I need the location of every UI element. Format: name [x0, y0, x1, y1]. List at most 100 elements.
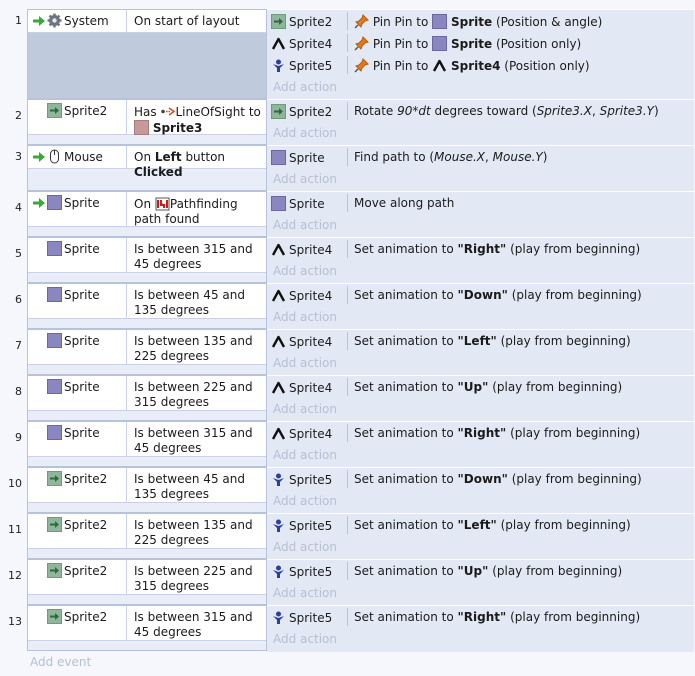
condition-object-label: Sprite2	[64, 104, 108, 118]
action-row[interactable]: Sprite4 Set animation to "Right" (play fr…	[267, 422, 694, 444]
action-object[interactable]: Sprite4	[271, 36, 332, 51]
add-action-link[interactable]: Add action	[273, 586, 337, 600]
condition-block[interactable]: Sprite On Pathfinding path found	[27, 191, 267, 237]
event-row[interactable]: 6 Sprite Is between 45 and 135 degrees Spri…	[0, 283, 695, 330]
condition[interactable]: Sprite On Pathfinding path found	[28, 192, 266, 227]
condition-object[interactable]: Sprite	[28, 422, 127, 456]
event-row[interactable]: 2 Sprite2 Has LineOfSight to Sprite3 Sprite…	[0, 99, 695, 146]
add-action-link[interactable]: Add action	[273, 172, 337, 186]
action-row[interactable]: Sprite4 Set animation to "Left" (play fro…	[267, 330, 694, 352]
condition-block[interactable]: Sprite Is between 315 and 45 degrees	[27, 237, 267, 283]
action-row[interactable]: Sprite5 Set animation to "Right" (play fr…	[267, 606, 694, 628]
add-action-link[interactable]: Add action	[273, 448, 337, 462]
condition-object[interactable]: Sprite	[28, 284, 127, 318]
event-row[interactable]: 1 System On start of layout Sprite2 Pin Pin…	[0, 9, 695, 100]
action-row[interactable]: Sprite5 Set animation to "Down" (play fro…	[267, 468, 694, 490]
condition-object[interactable]: Sprite2	[28, 100, 127, 134]
condition-object[interactable]: Mouse	[28, 146, 127, 168]
condition-object[interactable]: Sprite	[28, 330, 127, 364]
add-action-link[interactable]: Add action	[273, 126, 337, 140]
add-event-link[interactable]: Add event	[30, 655, 91, 669]
condition-object[interactable]: Sprite2	[28, 560, 127, 594]
action-row[interactable]: Sprite2 Pin Pin to Sprite (Position & an…	[267, 10, 694, 32]
add-action-link[interactable]: Add action	[273, 264, 337, 278]
add-action-link[interactable]: Add action	[273, 80, 337, 94]
condition-block[interactable]: Sprite2 Is between 135 and 225 degrees	[27, 513, 267, 559]
condition-block[interactable]: Sprite Is between 225 and 315 degrees	[27, 375, 267, 421]
condition[interactable]: Sprite Is between 135 and 225 degrees	[28, 330, 266, 365]
action-object[interactable]: Sprite5	[271, 564, 332, 579]
add-action-link[interactable]: Add action	[273, 632, 337, 646]
action-object[interactable]: Sprite4	[271, 288, 332, 303]
condition[interactable]: Sprite2 Is between 225 and 315 degrees	[28, 560, 266, 595]
action-row[interactable]: Sprite5 Set animation to "Left" (play fro…	[267, 514, 694, 536]
add-action-link[interactable]: Add action	[273, 356, 337, 370]
condition-block[interactable]: Sprite2 Is between 45 and 135 degrees	[27, 467, 267, 513]
add-action-link[interactable]: Add action	[273, 218, 337, 232]
condition-object[interactable]: Sprite2	[28, 514, 127, 548]
event-row[interactable]: 3 Mouse On Left button Clicked Sprite Find p…	[0, 145, 695, 192]
action-object[interactable]: Sprite	[271, 150, 325, 165]
condition[interactable]: System On start of layout	[28, 10, 266, 33]
add-action-link[interactable]: Add action	[273, 540, 337, 554]
event-row[interactable]: 5 Sprite Is between 315 and 45 degrees Spri…	[0, 237, 695, 284]
condition[interactable]: Sprite2 Is between 315 and 45 degrees	[28, 606, 266, 641]
condition[interactable]: Sprite2 Is between 45 and 135 degrees	[28, 468, 266, 503]
event-row[interactable]: 10 Sprite2 Is between 45 and 135 degrees Sp…	[0, 467, 695, 514]
action-text: Move along path	[354, 196, 454, 210]
action-row[interactable]: Sprite5 Set animation to "Up" (play from …	[267, 560, 694, 582]
event-row[interactable]: 4 Sprite On Pathfinding path found Sprite Mo…	[0, 191, 695, 238]
condition-object[interactable]: Sprite2	[28, 468, 127, 502]
text-segment: Set animation to	[354, 380, 458, 394]
event-row[interactable]: 8 Sprite Is between 225 and 315 degrees Spr…	[0, 375, 695, 422]
condition-object[interactable]: System	[28, 10, 127, 32]
event-row[interactable]: 12 Sprite2 Is between 225 and 315 degrees S…	[0, 559, 695, 606]
condition[interactable]: Sprite Is between 45 and 135 degrees	[28, 284, 266, 319]
condition[interactable]: Sprite Is between 315 and 45 degrees	[28, 238, 266, 273]
condition-object[interactable]: Sprite2	[28, 606, 127, 640]
condition-block[interactable]: Sprite Is between 315 and 45 degrees	[27, 421, 267, 467]
action-object[interactable]: Sprite5	[271, 58, 332, 73]
event-row[interactable]: 9 Sprite Is between 315 and 45 degrees Spri…	[0, 421, 695, 468]
event-row[interactable]: 11 Sprite2 Is between 135 and 225 degrees S…	[0, 513, 695, 560]
condition[interactable]: Sprite Is between 315 and 45 degrees	[28, 422, 266, 457]
action-row[interactable]: Sprite2 Rotate 90*dt degrees toward (Spri…	[267, 100, 694, 122]
event-row[interactable]: 13 Sprite2 Is between 315 and 45 degrees Sp…	[0, 605, 695, 652]
action-row[interactable]: Sprite4 Set animation to "Down" (play fro…	[267, 284, 694, 306]
condition[interactable]: Sprite2 Has LineOfSight to Sprite3	[28, 100, 266, 135]
condition[interactable]: Mouse On Left button Clicked	[28, 146, 266, 179]
condition[interactable]: Sprite Is between 225 and 315 degrees	[28, 376, 266, 411]
condition-object[interactable]: Sprite	[28, 238, 127, 272]
action-row[interactable]: Sprite4 Pin Pin to Sprite (Position only…	[267, 32, 694, 54]
add-action-link[interactable]: Add action	[273, 310, 337, 324]
action-object[interactable]: Sprite4	[271, 242, 332, 257]
action-object[interactable]: Sprite5	[271, 610, 332, 625]
action-row[interactable]: Sprite Move along path	[267, 192, 694, 214]
condition-object[interactable]: Sprite	[28, 376, 127, 410]
action-object[interactable]: Sprite5	[271, 518, 332, 533]
condition-block[interactable]: Sprite Is between 135 and 225 degrees	[27, 329, 267, 375]
condition-block[interactable]: Mouse On Left button Clicked	[27, 145, 267, 191]
condition-block[interactable]: Sprite2 Is between 315 and 45 degrees	[27, 605, 267, 651]
condition[interactable]: Sprite2 Is between 135 and 225 degrees	[28, 514, 266, 549]
condition-block[interactable]: Sprite Is between 45 and 135 degrees	[27, 283, 267, 329]
action-row[interactable]: Sprite4 Set animation to "Up" (play from …	[267, 376, 694, 398]
condition-object[interactable]: Sprite	[28, 192, 127, 226]
action-object[interactable]: Sprite4	[271, 334, 332, 349]
event-row[interactable]: 7 Sprite Is between 135 and 225 degrees Spr…	[0, 329, 695, 376]
action-object[interactable]: Sprite2	[271, 14, 332, 29]
action-block: Sprite5 Set animation to "Down" (play fro…	[267, 467, 694, 514]
add-action-link[interactable]: Add action	[273, 494, 337, 508]
action-object[interactable]: Sprite5	[271, 472, 332, 487]
condition-block[interactable]: System On start of layout	[27, 9, 267, 99]
condition-block[interactable]: Sprite2 Has LineOfSight to Sprite3	[27, 99, 267, 145]
action-row[interactable]: Sprite5 Pin Pin to Sprite4 (Position onl…	[267, 54, 694, 76]
action-object[interactable]: Sprite	[271, 196, 325, 211]
action-row[interactable]: Sprite Find path to (Mouse.X, Mouse.Y)	[267, 146, 694, 168]
action-object[interactable]: Sprite2	[271, 104, 332, 119]
action-row[interactable]: Sprite4 Set animation to "Right" (play fr…	[267, 238, 694, 260]
action-object[interactable]: Sprite4	[271, 380, 332, 395]
action-object[interactable]: Sprite4	[271, 426, 332, 441]
add-action-link[interactable]: Add action	[273, 402, 337, 416]
condition-block[interactable]: Sprite2 Is between 225 and 315 degrees	[27, 559, 267, 605]
